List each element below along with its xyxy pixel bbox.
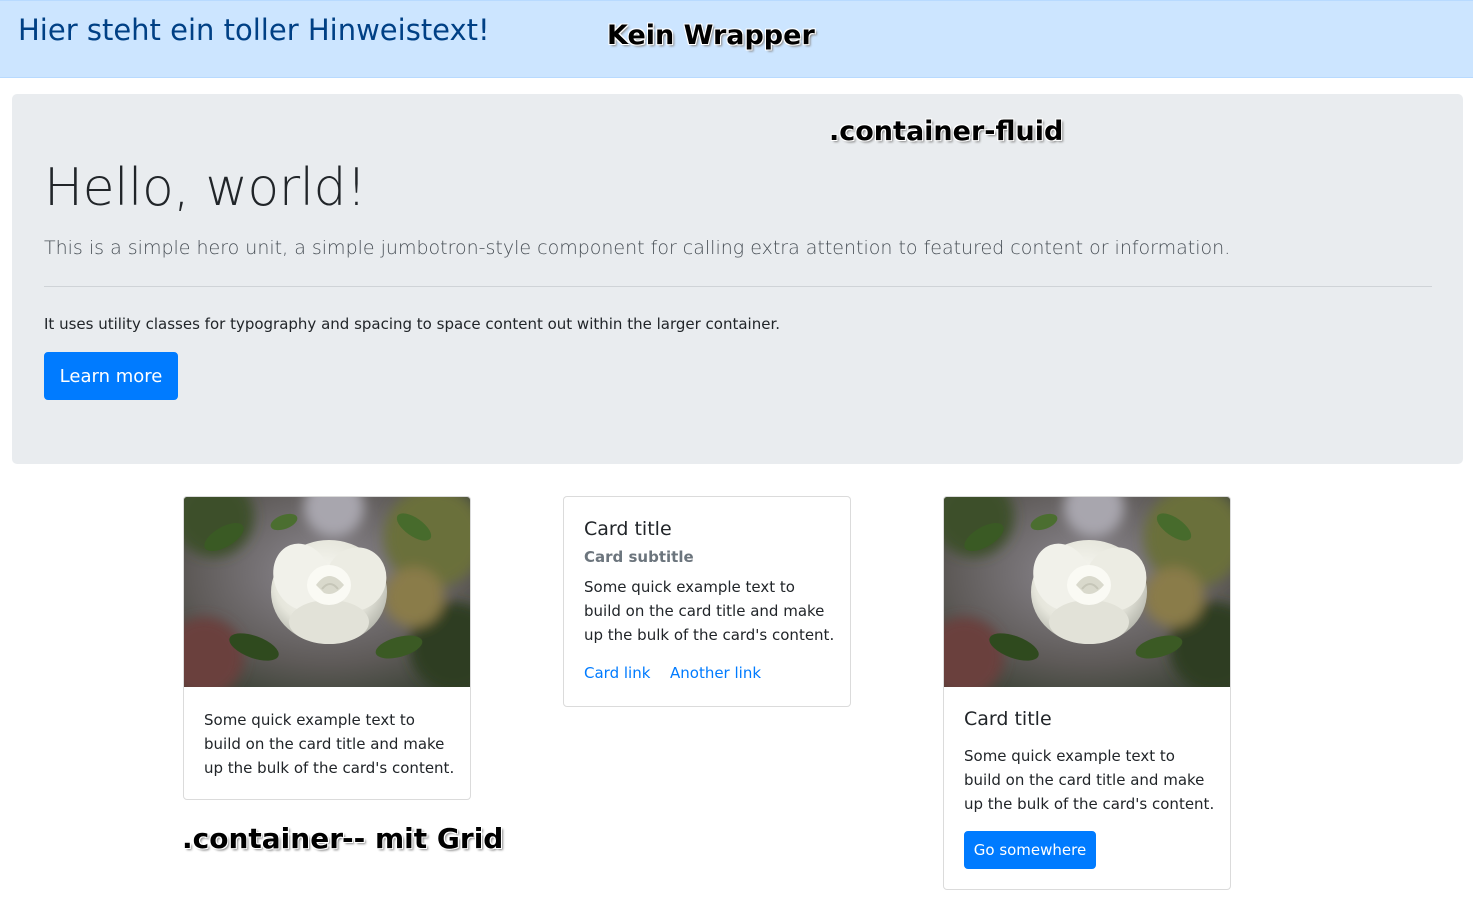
annotation-with-grid: -- mit Grid [342, 822, 504, 855]
card-text: Some quick example text to build on the … [584, 578, 835, 644]
jumbotron-lead: This is a simple hero unit, a simple jum… [44, 237, 1231, 259]
annotation-container: .container [182, 822, 344, 855]
another-link[interactable]: Another link [670, 664, 761, 682]
rose-photo-icon [184, 497, 470, 687]
jumbotron-title: Hello, world! [44, 158, 367, 218]
jumbotron-divider [44, 286, 1432, 287]
card-link[interactable]: Card link [584, 664, 650, 682]
card-image-text: Some quick example text to build on the … [183, 496, 471, 800]
annotation-no-wrapper: Kein Wrapper [607, 20, 815, 51]
card-subtitle: Card subtitle [584, 548, 694, 566]
card-image-button: Card title Some quick example text to bu… [943, 496, 1231, 890]
annotation-container-fluid: .container-fluid [829, 116, 1064, 147]
learn-more-button[interactable]: Learn more [44, 352, 178, 400]
jumbotron-body-text: It uses utility classes for typography a… [44, 315, 780, 333]
go-somewhere-button[interactable]: Go somewhere [964, 831, 1096, 869]
alert-text: Hier steht ein toller Hinweistext! [18, 13, 490, 47]
card-title: Card title [964, 708, 1052, 730]
jumbotron: Hello, world! This is a simple hero unit… [12, 94, 1463, 464]
card-text: Some quick example text to build on the … [204, 711, 455, 777]
card-text: Some quick example text to build on the … [964, 747, 1215, 813]
card-title: Card title [584, 518, 672, 540]
rose-photo-icon [944, 497, 1230, 687]
card-title-links: Card title Card subtitle Some quick exam… [563, 496, 851, 707]
